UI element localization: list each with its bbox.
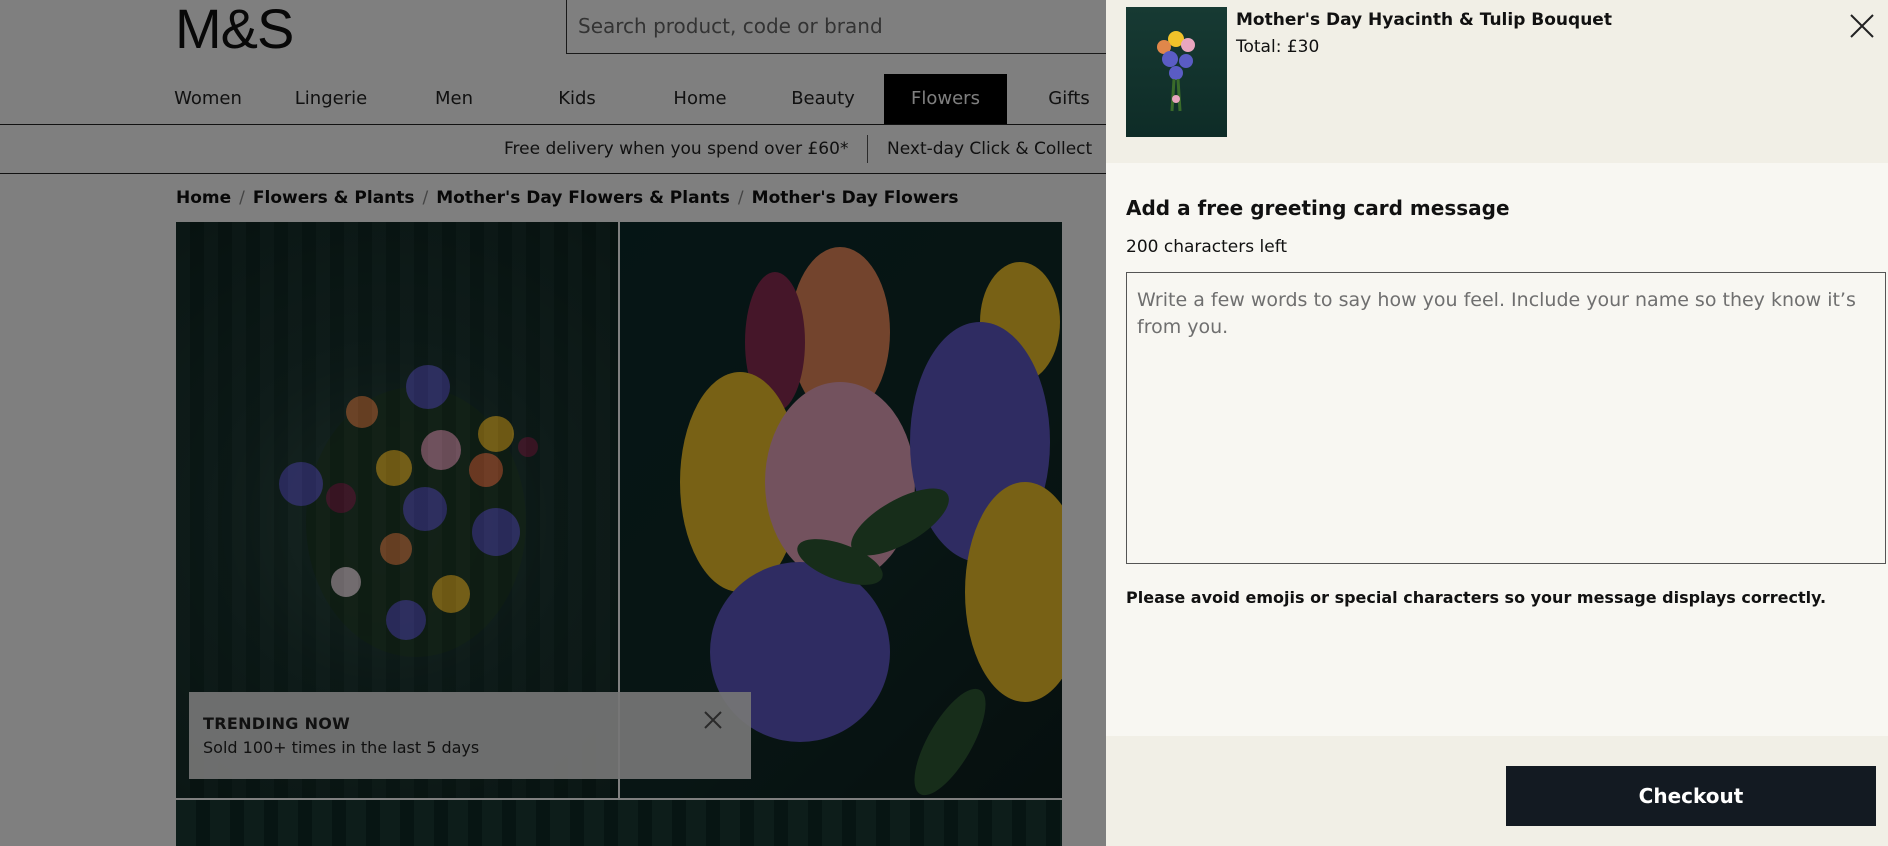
product-name: Mother's Day Hyacinth & Tulip Bouquet xyxy=(1236,10,1612,30)
drawer-footer: Checkout xyxy=(1106,736,1888,846)
product-thumbnail xyxy=(1126,7,1227,137)
close-icon[interactable] xyxy=(1848,12,1876,40)
bouquet-thumbnail-illustration xyxy=(1157,31,1195,112)
message-guidance-note: Please avoid emojis or special character… xyxy=(1126,588,1827,607)
characters-left: 200 characters left xyxy=(1126,237,1288,257)
greeting-message-input[interactable] xyxy=(1126,272,1886,564)
greeting-card-drawer: Mother's Day Hyacinth & Tulip Bouquet To… xyxy=(1106,0,1888,846)
checkout-button[interactable]: Checkout xyxy=(1506,766,1876,826)
product-total: Total: £30 xyxy=(1236,37,1320,57)
modal-overlay[interactable] xyxy=(0,0,1106,846)
drawer-header: Mother's Day Hyacinth & Tulip Bouquet To… xyxy=(1106,0,1888,163)
greeting-card-heading: Add a free greeting card message xyxy=(1126,196,1510,220)
